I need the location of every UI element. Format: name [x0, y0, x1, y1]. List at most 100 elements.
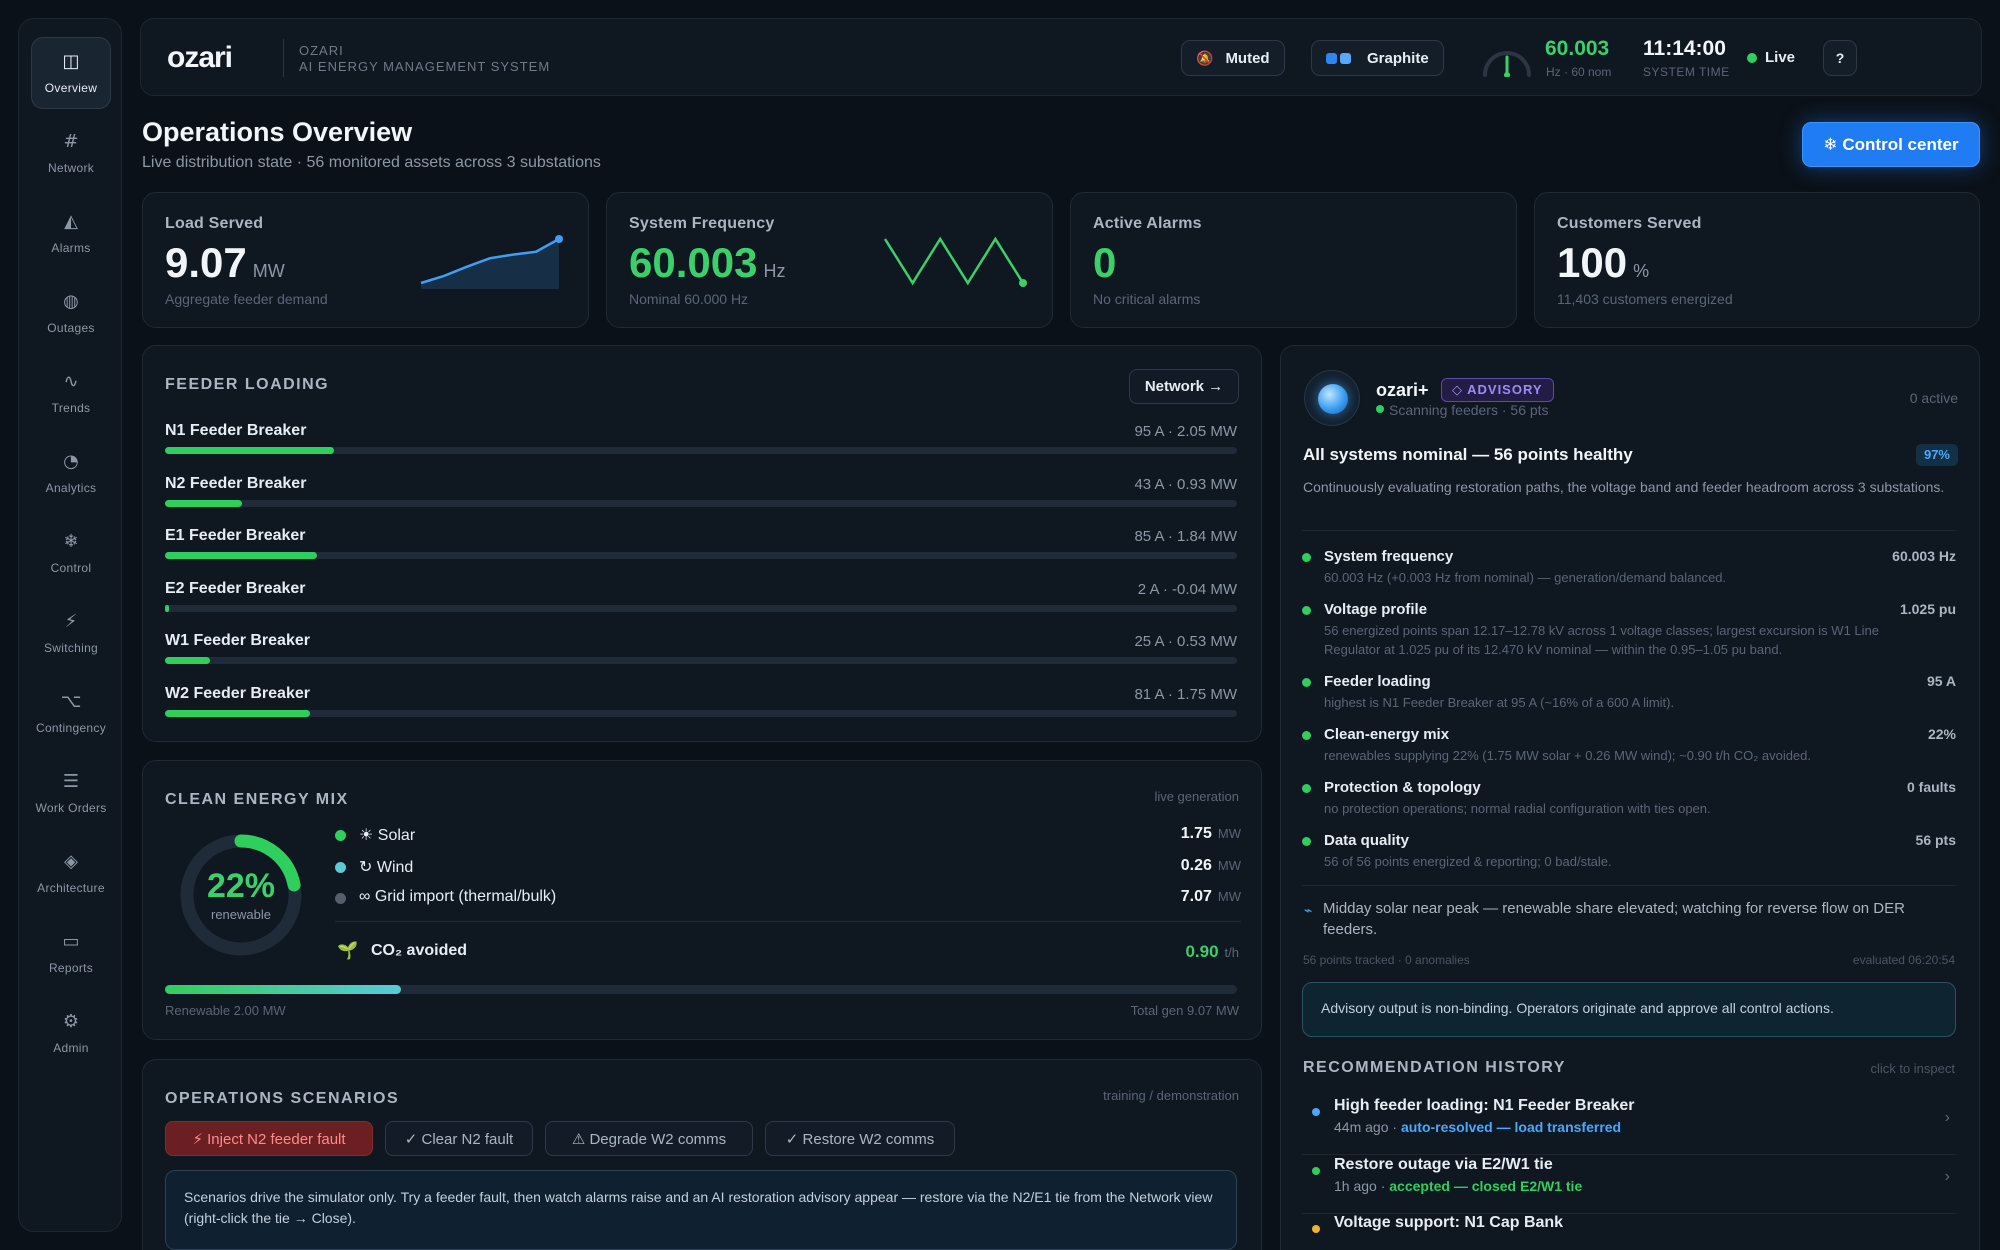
feeder-name: N2 Feeder Breaker [165, 474, 307, 492]
advisor-avatar [1304, 370, 1360, 426]
sidebar-item-work-orders[interactable]: ☰ Work Orders [31, 757, 111, 829]
mix-row: ↻ Wind 0.26 MW [335, 857, 1241, 881]
sidebar-item-switching[interactable]: ⚡ Switching [31, 597, 111, 669]
advisory-badge: ◇ ADVISORY [1441, 378, 1554, 402]
page-title: Operations Overview [142, 117, 413, 147]
feeder-load-fill [165, 657, 211, 664]
check-status-dot [1302, 784, 1311, 793]
advisor-active-count: 0 active [1909, 390, 1958, 406]
sidebar-item-network[interactable]: # Network [31, 117, 111, 189]
scanning-dot-icon [1376, 405, 1384, 413]
sidebar-item-architecture[interactable]: ◈ Architecture [31, 837, 111, 909]
kpi-card-customers-served[interactable]: Customers Served 100% 11,403 customers e… [1534, 192, 1980, 328]
check-value: 22% [1927, 726, 1956, 742]
layout-icon: ◫ [62, 51, 80, 72]
leaf-icon: 🌱 [337, 941, 359, 960]
kpi-note: Aggregate feeder demand [165, 291, 328, 307]
advisor-divider [1302, 530, 1956, 531]
sidebar-item-trends[interactable]: ∿ Trends [31, 357, 111, 429]
history-status-dot [1312, 1225, 1320, 1233]
globe-icon: ◍ [63, 291, 79, 312]
history-item[interactable]: Restore outage via E2/W1 tie 1h ago · acc… [1302, 1156, 1956, 1214]
check-value: 0 faults [1906, 779, 1956, 795]
check-value: 95 A [1926, 673, 1956, 689]
sidebar-item-contingency[interactable]: ⌥ Contingency [31, 677, 111, 749]
control-center-button[interactable]: ❄ Control center [1802, 122, 1980, 167]
check-status-dot [1302, 553, 1311, 562]
scenario-button[interactable]: ⚡ Inject N2 feeder fault [165, 1121, 373, 1156]
feeder-load-fill [165, 499, 243, 507]
mute-toggle-button[interactable]: 🔕 Muted [1181, 40, 1285, 76]
feeder-row[interactable]: E2 Feeder Breaker 2 A · -0.04 MW [165, 580, 1237, 620]
sidebar-item-label: Alarms [51, 241, 91, 255]
history-age: 44m ago · [1334, 1119, 1401, 1135]
sidebar-item-alarms[interactable]: ◭ Alarms [31, 197, 111, 269]
list-icon: ☰ [62, 771, 80, 792]
feeder-row[interactable]: W1 Feeder Breaker 25 A · 0.53 MW [165, 632, 1237, 672]
clean-energy-mix-panel: CLEAN ENERGY MIX live generation 22% ren… [142, 760, 1262, 1040]
history-item[interactable]: Voltage support: N1 Cap Bank [1302, 1214, 1956, 1250]
feeder-load-track [165, 447, 1237, 454]
kpi-card-load-served[interactable]: Load Served 9.07 MW Aggregate feeder dema… [142, 192, 589, 328]
trend-icon: ⌁ [1304, 902, 1313, 918]
sparkline-end-dot [555, 235, 563, 243]
sidebar-item-overview[interactable]: ◫ Overview [31, 37, 111, 109]
theme-switch-button[interactable]: Graphite [1311, 40, 1444, 76]
feeder-row[interactable]: N2 Feeder Breaker 43 A · 0.93 MW [165, 475, 1237, 515]
sidebar-item-reports[interactable]: ▭ Reports [31, 917, 111, 989]
kpi-value: 100% [1557, 239, 1649, 287]
app-logo[interactable]: ozari [167, 41, 233, 75]
header-frequency-sub: Hz · 60 nom [1546, 65, 1612, 79]
sidebar-item-analytics[interactable]: ◔ Analytics [31, 437, 111, 509]
network-link-button[interactable]: Network → [1129, 369, 1239, 404]
co2-value: 0.90 t/h [1185, 942, 1239, 962]
check-value: 56 pts [1915, 832, 1956, 848]
feeder-name: E1 Feeder Breaker [165, 527, 306, 544]
feeder-row[interactable]: N1 Feeder Breaker 95 A · 2.05 MW [165, 422, 1237, 462]
check-description: renewables supplying 22% (1.75 MW solar … [1324, 748, 1812, 763]
sidebar-item-outages[interactable]: ◍ Outages [31, 277, 111, 349]
mix-source-value: 1.75 MW [1181, 825, 1241, 843]
kpi-card-system-frequency[interactable]: System Frequency 60.003 Hz Nominal 60.000… [606, 192, 1053, 328]
sidebar-item-admin[interactable]: ⚙ Admin [31, 997, 111, 1069]
chevron-right-icon: › [1944, 1109, 1950, 1126]
scenario-button[interactable]: ⚠ Degrade W2 comms [545, 1121, 753, 1156]
advisor-divider [1302, 885, 1956, 886]
sidebar-item-label: Contingency [35, 721, 106, 735]
sidebar-item-label: Reports [48, 961, 94, 975]
check-status-dot [1302, 837, 1311, 846]
feeder-reading: 2 A · -0.04 MW [1137, 580, 1237, 598]
check-status-dot [1302, 731, 1311, 740]
history-meta: 44m ago · auto-resolved — load transferr… [1334, 1119, 1621, 1135]
history-item[interactable]: High feeder loading: N1 Feeder Breaker 44… [1302, 1097, 1956, 1155]
advisor-note: Midday solar near peak — renewable share… [1323, 900, 1905, 938]
kpi-card-active-alarms[interactable]: Active Alarms 0 No critical alarms [1070, 192, 1517, 328]
header-divider [283, 39, 284, 77]
theme-label: Graphite [1367, 49, 1429, 67]
sidebar-item-label: Network [47, 161, 95, 175]
help-button[interactable]: ? [1823, 40, 1857, 76]
check-description: 56 of 56 points energized & reporting; 0… [1324, 854, 1612, 869]
history-age: 1h ago · [1334, 1177, 1390, 1194]
history-tag: click to inspect [1870, 1061, 1955, 1076]
gear-icon: ⚙ [62, 1011, 80, 1032]
snowflake-icon: ❄ [63, 531, 79, 552]
feeder-name: E2 Feeder Breaker [165, 579, 306, 597]
kpi-number: 60.003 [629, 239, 758, 286]
advisor-status: Scanning feeders · 56 pts [1389, 402, 1549, 418]
feeder-load-fill [165, 552, 318, 559]
feeder-row[interactable]: W2 Feeder Breaker 81 A · 1.75 MW [165, 685, 1237, 725]
mix-row: ∞ Grid import (thermal/bulk) 7.07 MW [335, 888, 1241, 912]
mix-unit: MW [1217, 889, 1241, 904]
sidebar-item-label: Outages [47, 321, 95, 335]
sidebar-item-control[interactable]: ❄ Control [31, 517, 111, 589]
kpi-number: 100 [1557, 239, 1628, 286]
scenario-button[interactable]: ✓ Clear N2 fault [385, 1121, 533, 1156]
kpi-note: Nominal 60.000 Hz [629, 291, 749, 307]
sidebar-item-label: Control [50, 561, 92, 575]
scenario-button[interactable]: ✓ Restore W2 comms [765, 1121, 955, 1156]
feeder-row[interactable]: E1 Feeder Breaker 85 A · 1.84 MW [165, 527, 1237, 567]
mix-divider [335, 921, 1241, 922]
feeder-load-fill [165, 709, 310, 717]
section-title: CLEAN ENERGY MIX [165, 791, 349, 808]
